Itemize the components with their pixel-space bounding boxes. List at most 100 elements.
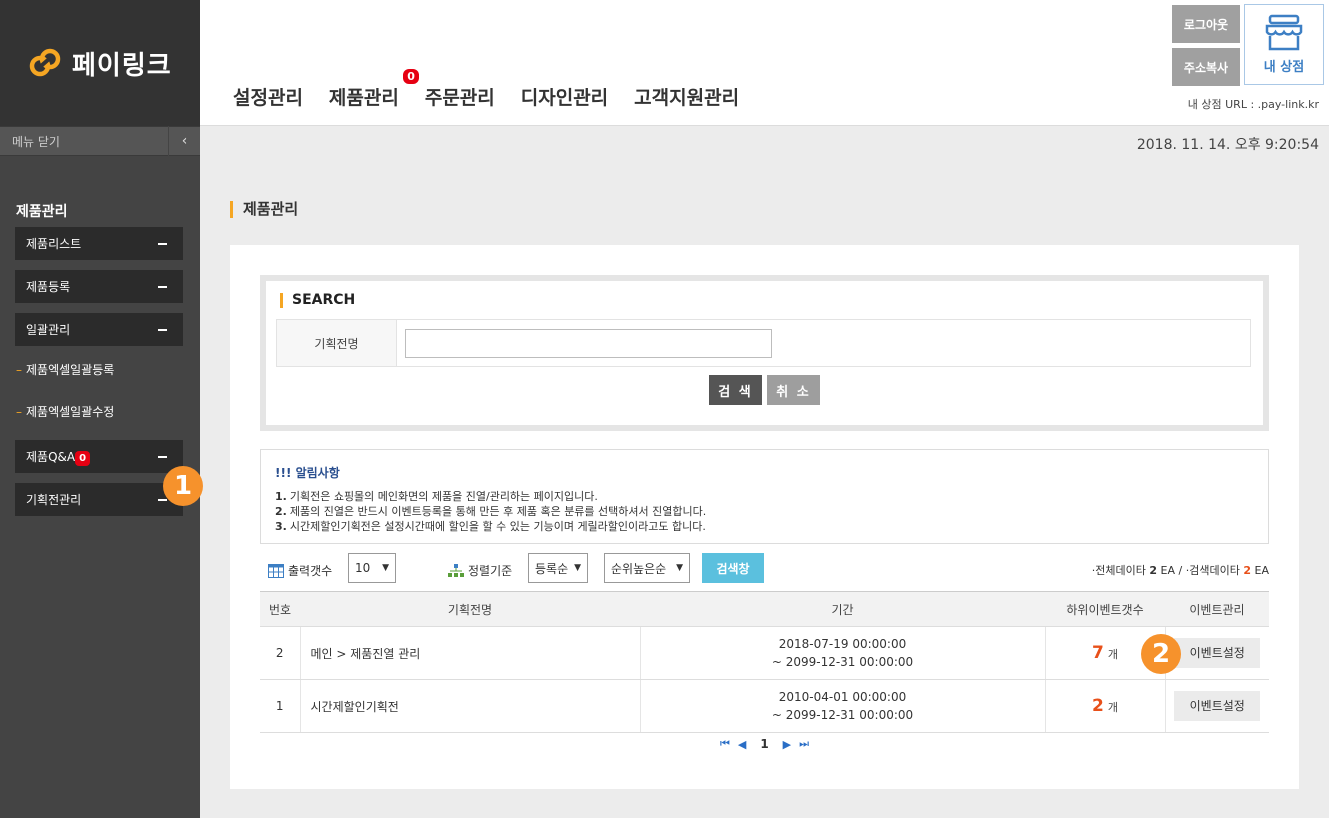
exhibition-name-label: 기획전명 xyxy=(277,320,397,366)
notice-num: 3. xyxy=(275,520,287,533)
col-header-period: 기간 xyxy=(640,591,1045,627)
search-field-cell xyxy=(397,320,1250,366)
sidebar-item-label: 제품등록 xyxy=(26,280,71,294)
prev-page-icon[interactable]: ◀ xyxy=(738,738,746,751)
col-header-name: 기획전명 xyxy=(300,591,640,627)
output-count-value: 10 xyxy=(355,561,371,575)
my-shop-button[interactable]: 내 상점 xyxy=(1244,4,1324,85)
shop-url: 내 상점 URL : .pay-link.kr xyxy=(1187,98,1319,111)
nav-settings[interactable]: 설정관리 xyxy=(233,83,303,110)
minus-icon xyxy=(158,498,167,501)
sidebar-item-label: 제품리스트 xyxy=(26,237,82,251)
row-sub-count: 2개 xyxy=(1045,679,1166,733)
row-period: 2010-04-01 00:00:00 ~ 2099-12-31 00:00:0… xyxy=(640,679,1046,733)
logo[interactable]: 페이링크 xyxy=(0,0,200,126)
notice-line: 1. 기획전은 쇼핑몰의 메인화면의 제품을 진열/관리하는 페이지입니다. xyxy=(275,489,1254,504)
sidebar-sub-excel-edit[interactable]: – 제품엑셀일괄수정 xyxy=(16,403,114,420)
sidebar-item-product-register[interactable]: 제품등록 xyxy=(15,270,183,303)
minus-icon xyxy=(158,455,167,458)
menu-close-bar: 메뉴 닫기 ‹ xyxy=(0,126,200,156)
current-page[interactable]: 1 xyxy=(760,737,768,751)
notice-line: 3. 시간제할인기획전은 설정시간때에 할인을 할 수 있는 기능이며 게릴라할인… xyxy=(275,519,1254,534)
notice-box: !!! 알림사항 1. 기획전은 쇼핑몰의 메인화면의 제품을 진열/관리하는 페… xyxy=(260,449,1269,544)
row-period-end: ~ 2099-12-31 00:00:00 xyxy=(771,655,914,669)
row-no: 2 xyxy=(260,626,301,680)
search-window-button[interactable]: 검색창 xyxy=(702,553,764,583)
my-shop-label: 내 상점 xyxy=(1263,60,1305,75)
row-period-end: ~ 2099-12-31 00:00:00 xyxy=(771,708,914,722)
search-button[interactable]: 검 색 xyxy=(709,375,762,405)
sort-tree-icon xyxy=(448,563,464,577)
list-toolbar: 출력갯수 10 ▼ 정렬기준 등록순 ▼ 순위높은순 ▼ 검색창 ·전체데이타 2 xyxy=(260,553,1269,585)
output-count-label-wrap: 출력갯수 xyxy=(268,562,332,579)
last-page-icon[interactable]: ⏭ xyxy=(799,737,809,751)
sidebar-item-exhibition-manage[interactable]: 기획전관리 xyxy=(15,483,183,516)
next-page-icon[interactable]: ▶ xyxy=(783,738,791,751)
pagination: ⏮ ◀ 1 ▶ ⏭ xyxy=(230,737,1299,751)
event-settings-button[interactable]: 이벤트설정 xyxy=(1174,691,1261,721)
sidebar-sub-excel-register[interactable]: – 제품엑셀일괄등록 xyxy=(16,361,114,378)
sidebar-item-product-qna[interactable]: 제품Q&A 0 xyxy=(15,440,183,473)
search-total-unit: EA xyxy=(1254,564,1269,577)
row-name: 메인 > 제품진열 관리 xyxy=(300,626,641,680)
sub-count-value: 7 xyxy=(1092,643,1104,663)
exhibition-name-input[interactable] xyxy=(405,328,772,358)
output-count-label: 출력갯수 xyxy=(288,564,333,578)
minus-icon xyxy=(158,328,167,331)
dash-bullet-icon: – xyxy=(16,363,22,377)
total-label: ·전체데이타 xyxy=(1091,564,1146,577)
table-row: 2 메인 > 제품진열 관리 2018-07-19 00:00:00 ~ 209… xyxy=(260,626,1269,680)
search-title: SEARCH xyxy=(280,293,355,308)
notice-title: !!! 알림사항 xyxy=(275,466,340,480)
page-title: 제품관리 xyxy=(230,201,298,218)
sidebar: 페이링크 메뉴 닫기 ‹ 제품관리 제품리스트 제품등록 일괄관리 – 제품엑셀일… xyxy=(0,0,200,818)
sort-label-wrap: 정렬기준 xyxy=(448,562,512,579)
first-page-icon[interactable]: ⏮ xyxy=(720,737,730,751)
minus-icon xyxy=(158,242,167,245)
col-header-no: 번호 xyxy=(260,591,300,627)
sub-count-value: 2 xyxy=(1092,696,1104,716)
row-no: 1 xyxy=(260,679,301,733)
rank-order-select[interactable]: 순위높은순 ▼ xyxy=(604,553,690,583)
sidebar-sub-label: 제품엑셀일괄수정 xyxy=(26,405,115,419)
event-settings-button[interactable]: 이벤트설정 xyxy=(1174,638,1261,668)
qna-count-badge: 0 xyxy=(75,450,91,466)
sidebar-sub-label: 제품엑셀일괄등록 xyxy=(26,363,115,377)
row-period-start: 2010-04-01 00:00:00 xyxy=(778,690,907,704)
exhibition-table: 번호 기획전명 기간 하위이벤트갯수 이벤트관리 2 메인 > 제품진열 관리 … xyxy=(260,591,1269,733)
output-count-select[interactable]: 10 ▼ xyxy=(348,553,396,583)
nav-customer-support[interactable]: 고객지원관리 xyxy=(634,83,739,110)
nav-design[interactable]: 디자인관리 xyxy=(521,83,608,110)
caret-down-icon: ▼ xyxy=(382,563,389,573)
sub-count-unit: 개 xyxy=(1107,648,1118,661)
dash-bullet-icon: – xyxy=(16,405,22,419)
sort-label: 정렬기준 xyxy=(468,564,513,578)
search-total-value: 2 xyxy=(1243,564,1252,577)
sort-order-value: 등록순 xyxy=(535,561,569,576)
logout-button[interactable]: 로그아웃 xyxy=(1172,5,1240,43)
caret-down-icon: ▼ xyxy=(676,563,683,573)
nav-orders[interactable]: 주문관리 xyxy=(425,83,495,110)
sidebar-item-product-list[interactable]: 제품리스트 xyxy=(15,227,183,260)
row-action: 이벤트설정 xyxy=(1165,679,1269,733)
copy-address-button[interactable]: 주소복사 xyxy=(1172,48,1240,86)
row-name: 시간제할인기획전 xyxy=(300,679,641,733)
nav-products[interactable]: 제품관리 0 xyxy=(329,69,419,110)
search-row: 기획전명 xyxy=(276,319,1251,367)
col-header-sub-count: 하위이벤트갯수 xyxy=(1045,591,1165,627)
col-header-event-manage: 이벤트관리 xyxy=(1165,591,1269,627)
step-marker-1: 1 xyxy=(163,466,203,506)
sidebar-item-bulk-manage[interactable]: 일괄관리 xyxy=(15,313,183,346)
data-totals: ·전체데이타 2 EA / ·검색데이타 2 EA xyxy=(1092,562,1269,578)
search-inner: SEARCH 기획전명 검 색 취 소 xyxy=(266,281,1263,425)
sidebar-item-label: 제품Q&A xyxy=(26,449,76,464)
sidebar-section-title: 제품관리 xyxy=(16,204,68,220)
store-icon xyxy=(1265,14,1303,51)
totals-separator: / xyxy=(1178,564,1183,577)
caret-down-icon: ▼ xyxy=(574,563,581,573)
cancel-button[interactable]: 취 소 xyxy=(767,375,820,405)
chevron-left-icon[interactable]: ‹ xyxy=(168,126,200,156)
sort-order-select[interactable]: 등록순 ▼ xyxy=(528,553,588,583)
brand-name: 페이링크 xyxy=(72,50,172,81)
menu-close-label[interactable]: 메뉴 닫기 xyxy=(0,133,60,150)
